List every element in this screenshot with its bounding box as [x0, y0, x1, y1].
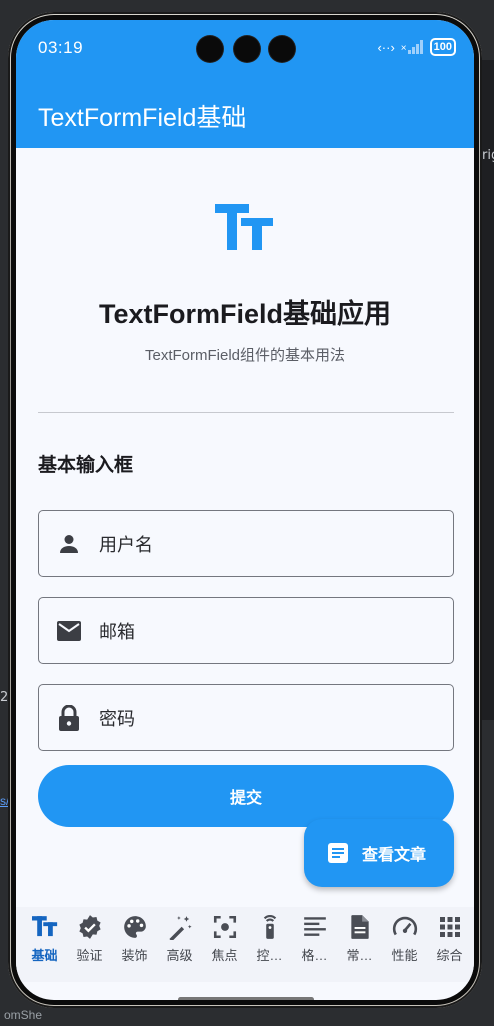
- nav-label: 控…: [256, 948, 283, 963]
- speed-icon: [392, 914, 418, 940]
- nav-label: 高级: [166, 948, 193, 963]
- nav-item-format[interactable]: 格…: [292, 914, 337, 982]
- camera-icon: [269, 36, 295, 62]
- page-title: TextFormField基础应用: [98, 299, 392, 329]
- password-field[interactable]: 密码: [38, 684, 454, 751]
- nav-label: 基础: [31, 948, 58, 963]
- nav-item-controller[interactable]: 控…: [247, 914, 292, 982]
- email-field[interactable]: 邮箱: [38, 597, 454, 664]
- nav-label: 综合: [436, 948, 463, 963]
- nav-item-focus[interactable]: 焦点: [202, 914, 247, 982]
- palette-icon: [122, 914, 148, 940]
- view-article-button[interactable]: 查看文章: [304, 819, 454, 887]
- status-time: 03:19: [38, 38, 84, 57]
- camera-icon: [234, 36, 260, 62]
- grid-icon: [437, 914, 463, 940]
- status-bar: 03:19 ‹··› × 100: [16, 20, 474, 72]
- nav-label: 常…: [346, 948, 373, 963]
- signal-bars-icon: [407, 40, 423, 54]
- article-icon: [328, 843, 348, 863]
- nav-label: 验证: [76, 948, 103, 963]
- remote-icon: [257, 914, 283, 940]
- nav-item-validation[interactable]: 验证: [67, 914, 112, 982]
- magic-wand-icon: [167, 914, 193, 940]
- phone-frame: 03:19 ‹··› × 100 TextFormField基础 TextFor…: [8, 12, 482, 1008]
- status-icons: ‹··› × 100: [377, 38, 456, 56]
- username-label: 用户名: [99, 534, 153, 555]
- ide-side-text: rig: [482, 148, 494, 163]
- nav-item-basic[interactable]: 基础: [22, 914, 67, 982]
- nav-item-common[interactable]: 常…: [337, 914, 382, 982]
- nav-item-performance[interactable]: 性能: [382, 914, 427, 982]
- app-bar-title: TextFormField基础: [38, 104, 247, 132]
- home-indicator[interactable]: [178, 997, 314, 1000]
- lock-icon: [55, 704, 83, 732]
- battery-icon: 100: [429, 38, 456, 56]
- nav-label: 性能: [391, 948, 418, 963]
- text-fields-icon: [31, 914, 58, 940]
- text-fields-icon: [215, 204, 275, 259]
- nav-label: 装饰: [121, 948, 148, 963]
- page-subtitle: TextFormField组件的基本用法: [144, 347, 346, 364]
- nav-item-comprehensive[interactable]: 综合: [427, 914, 472, 982]
- phone-screen: 03:19 ‹··› × 100 TextFormField基础 TextFor…: [16, 20, 474, 1000]
- focus-icon: [212, 914, 238, 940]
- bottom-navigation: 基础 验证 装饰 高级 焦点 控… 格… 常… 性能 综合: [16, 907, 474, 982]
- person-icon: [55, 530, 83, 558]
- app-bar: TextFormField基础: [16, 72, 474, 148]
- view-article-label: 查看文章: [362, 847, 427, 864]
- signal-icon: ×: [401, 40, 424, 54]
- document-icon: [347, 914, 373, 940]
- email-label: 邮箱: [99, 621, 135, 642]
- phone-bezel: 03:19 ‹··› × 100 TextFormField基础 TextFor…: [11, 15, 479, 1005]
- network-icon: ‹··›: [377, 39, 395, 55]
- nav-item-advanced[interactable]: 高级: [157, 914, 202, 982]
- username-field[interactable]: 用户名: [38, 510, 454, 577]
- nav-label: 格…: [301, 948, 328, 963]
- nav-item-decoration[interactable]: 装饰: [112, 914, 157, 982]
- section-title: 基本输入框: [38, 455, 134, 476]
- email-icon: [55, 617, 83, 645]
- format-icon: [302, 914, 328, 940]
- verified-icon: [77, 914, 103, 940]
- submit-button[interactable]: 提交: [38, 765, 454, 827]
- password-label: 密码: [99, 708, 135, 729]
- divider: [38, 412, 454, 413]
- camera-icon: [197, 36, 223, 62]
- signal-x: ×: [400, 43, 407, 54]
- nav-label: 焦点: [211, 948, 238, 963]
